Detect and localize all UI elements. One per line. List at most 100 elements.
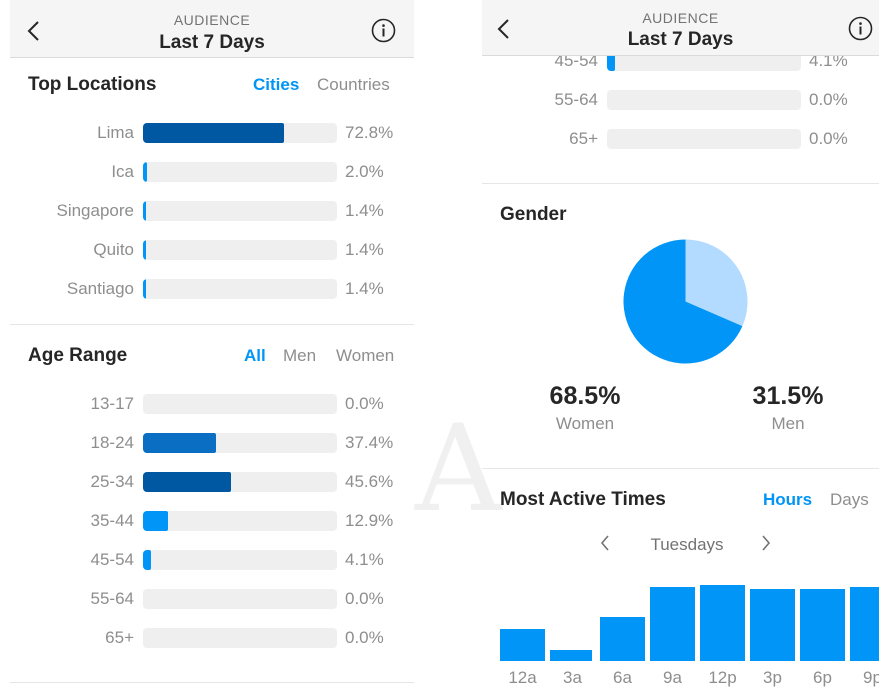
bar-track <box>143 279 337 299</box>
bar-label: Quito <box>93 240 134 259</box>
tab-cities[interactable]: Cities <box>253 75 299 95</box>
bar-fill <box>143 472 232 492</box>
age-range-title: Age Range <box>28 345 128 366</box>
hour-label: 6a <box>613 668 632 687</box>
section-divider <box>482 183 879 184</box>
bar-row: Ica 2.0% <box>10 160 414 184</box>
hour-label: 12a <box>508 668 537 687</box>
hour-label: 9a <box>663 668 682 687</box>
gender-pie-chart <box>623 239 748 364</box>
bar-label: 13-17 <box>90 394 134 413</box>
bar-label: Lima <box>97 123 134 142</box>
hour-label: 9p <box>863 668 879 687</box>
bar-track <box>143 628 337 648</box>
bar-track <box>143 472 337 492</box>
bar-label: 45-54 <box>90 550 134 569</box>
gender-title: Gender <box>500 204 567 225</box>
bar-fill <box>143 550 151 570</box>
bar-track <box>143 201 337 221</box>
bar-track <box>607 90 801 110</box>
bar-row: Santiago 1.4% <box>10 277 414 301</box>
bar-row: 65+ 0.0% <box>482 127 878 151</box>
info-circle-icon[interactable] <box>848 16 873 41</box>
hour-bar <box>600 616 645 661</box>
hour-bar <box>800 588 845 661</box>
bar-percent: 0.0% <box>345 589 384 608</box>
most-active-title: Most Active Times <box>500 489 666 510</box>
bar-row: 65+ 0.0% <box>10 626 414 650</box>
hour-bar <box>700 585 745 661</box>
chevron-right-icon[interactable] <box>761 535 771 551</box>
bar-label: 55-64 <box>90 589 134 608</box>
bar-percent: 4.1% <box>345 550 384 569</box>
bar-row: 13-17 0.0% <box>10 392 414 416</box>
women-percent: 68.5% <box>549 382 621 410</box>
bar-track <box>143 550 337 570</box>
bar-percent: 72.8% <box>345 123 394 142</box>
section-divider <box>10 682 414 683</box>
bar-fill <box>143 162 147 182</box>
bar-fill <box>143 433 216 453</box>
tab-women[interactable]: Women <box>336 346 394 366</box>
header-eyebrow: AUDIENCE <box>173 12 251 28</box>
top-locations-title: Top Locations <box>28 74 157 95</box>
app-header: AUDIENCE Last 7 Days <box>482 0 879 56</box>
tab-countries[interactable]: Countries <box>317 75 390 95</box>
bar-fill <box>143 123 285 143</box>
app-header: AUDIENCE Last 7 Days <box>10 0 414 58</box>
bar-fill <box>143 279 146 299</box>
tab-hours[interactable]: Hours <box>763 490 812 510</box>
bar-percent: 1.4% <box>345 279 384 298</box>
bar-label: 35-44 <box>90 511 134 530</box>
bar-label: Singapore <box>56 201 134 220</box>
tab-men[interactable]: Men <box>283 346 316 366</box>
tab-all[interactable]: All <box>244 346 266 366</box>
bar-row: 25-34 45.6% <box>10 470 414 494</box>
insights-panel-left: AUDIENCE Last 7 Days Top Locations Citie… <box>10 0 414 689</box>
bar-label: 65+ <box>105 628 134 647</box>
women-label: Women <box>555 414 615 433</box>
bar-label: Santiago <box>66 279 134 298</box>
bar-percent: 1.4% <box>345 201 384 220</box>
bar-percent: 0.0% <box>345 394 384 413</box>
bar-percent: 2.0% <box>345 162 384 181</box>
hour-bar <box>500 629 545 661</box>
bar-track <box>607 129 801 149</box>
bar-row: 18-24 37.4% <box>10 431 414 455</box>
bar-label: 65+ <box>569 129 598 148</box>
bar-track <box>143 123 337 143</box>
bar-percent: 37.4% <box>345 433 394 452</box>
header-title: Last 7 Days <box>627 29 734 50</box>
bar-label: 25-34 <box>90 472 134 491</box>
hour-label: 6p <box>813 668 832 687</box>
bar-row: 55-64 0.0% <box>10 587 414 611</box>
tab-days[interactable]: Days <box>830 490 869 510</box>
bar-percent: 1.4% <box>345 240 384 259</box>
bar-percent: 12.9% <box>345 511 394 530</box>
hour-bar <box>750 588 795 661</box>
hour-label: 12p <box>708 668 737 687</box>
chevron-left-icon[interactable] <box>600 535 610 551</box>
bar-percent: 0.0% <box>809 90 848 109</box>
bar-percent: 45.6% <box>345 472 394 491</box>
section-divider <box>10 324 414 325</box>
bar-fill <box>143 511 169 531</box>
bar-percent: 0.0% <box>345 628 384 647</box>
insights-panel-right: AUDIENCE Last 7 Days 45-54 4.1% 55-64 0.0% 6… <box>482 0 879 689</box>
bar-row: 55-64 0.0% <box>482 88 878 112</box>
info-circle-icon[interactable] <box>371 18 396 43</box>
bar-track <box>143 394 337 414</box>
hour-label: 3a <box>563 668 582 687</box>
header-eyebrow: AUDIENCE <box>642 10 719 26</box>
bar-track <box>143 162 337 182</box>
men-percent: 31.5% <box>752 382 824 410</box>
hour-bar <box>550 650 592 661</box>
bar-row: 45-54 4.1% <box>10 548 414 572</box>
bar-track <box>143 240 337 260</box>
bar-row: Quito 1.4% <box>10 238 414 262</box>
hour-bar <box>850 586 879 661</box>
bar-label: 18-24 <box>90 433 134 452</box>
hour-bar <box>650 587 695 661</box>
section-divider <box>482 468 879 469</box>
bar-percent: 0.0% <box>809 129 848 148</box>
